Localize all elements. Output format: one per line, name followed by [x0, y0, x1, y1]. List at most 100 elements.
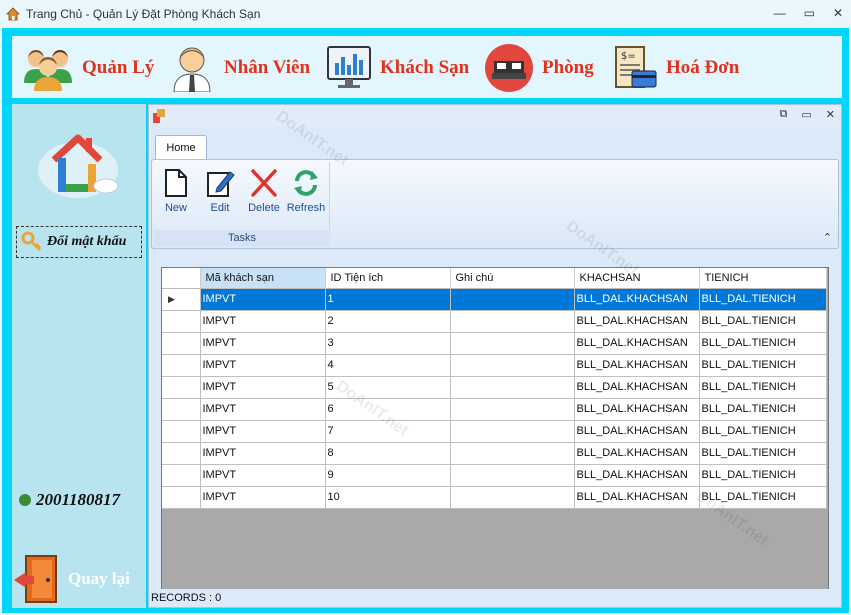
menu-quan-ly[interactable]: Quản Lý [22, 44, 154, 92]
table-cell[interactable]: BLL_DAL.TIENICH [699, 288, 827, 311]
table-cell[interactable] [450, 288, 575, 311]
table-cell[interactable]: BLL_DAL.KHACHSAN [574, 442, 700, 465]
row-header[interactable] [162, 354, 201, 377]
table-cell[interactable]: BLL_DAL.KHACHSAN [574, 486, 700, 509]
table-cell[interactable]: 4 [325, 354, 451, 377]
table-row[interactable]: IMPVT 5 BLL_DAL.KHACHSAN BLL_DAL.TIENICH [162, 376, 827, 399]
table-cell[interactable]: 10 [325, 486, 451, 509]
column-header[interactable]: KHACHSAN [574, 268, 700, 289]
column-header[interactable]: Ghi chú [450, 268, 575, 289]
table-cell[interactable]: IMPVT [200, 442, 326, 465]
change-password-button[interactable]: Đổi mật khẩu [16, 226, 142, 258]
table-cell[interactable]: BLL_DAL.TIENICH [699, 398, 827, 421]
table-cell[interactable] [450, 464, 575, 487]
table-cell[interactable]: IMPVT [200, 486, 326, 509]
table-cell[interactable]: 3 [325, 332, 451, 355]
table-cell[interactable]: IMPVT [200, 376, 326, 399]
table-row[interactable]: IMPVT 6 BLL_DAL.KHACHSAN BLL_DAL.TIENICH [162, 398, 827, 421]
table-cell[interactable]: BLL_DAL.KHACHSAN [574, 332, 700, 355]
row-header[interactable] [162, 464, 201, 487]
table-cell[interactable] [450, 376, 575, 399]
table-cell[interactable]: 2 [325, 310, 451, 333]
table-cell[interactable]: BLL_DAL.TIENICH [699, 486, 827, 509]
delete-button[interactable]: Delete [242, 168, 286, 222]
column-header[interactable]: TIENICH [699, 268, 827, 289]
table-row[interactable]: IMPVT 10 BLL_DAL.KHACHSAN BLL_DAL.TIENICH [162, 486, 827, 509]
row-header[interactable] [162, 398, 201, 421]
table-cell[interactable]: BLL_DAL.KHACHSAN [574, 354, 700, 377]
column-header[interactable]: Mã khách sạn [200, 268, 326, 289]
table-row[interactable]: IMPVT 7 BLL_DAL.KHACHSAN BLL_DAL.TIENICH [162, 420, 827, 443]
table-cell[interactable]: IMPVT [200, 332, 326, 355]
table-cell[interactable] [450, 420, 575, 443]
row-header[interactable] [162, 486, 201, 509]
table-cell[interactable] [450, 354, 575, 377]
table-cell[interactable]: IMPVT [200, 464, 326, 487]
table-cell[interactable]: BLL_DAL.KHACHSAN [574, 420, 700, 443]
row-header[interactable] [162, 332, 201, 355]
maximize-button[interactable]: ▭ [804, 6, 815, 20]
table-cell[interactable]: BLL_DAL.TIENICH [699, 354, 827, 377]
table-row[interactable]: IMPVT 2 BLL_DAL.KHACHSAN BLL_DAL.TIENICH [162, 310, 827, 333]
row-header[interactable]: ▶ [162, 288, 201, 311]
table-cell[interactable]: 8 [325, 442, 451, 465]
table-cell[interactable]: 1 [325, 288, 451, 311]
refresh-button[interactable]: Refresh [284, 168, 328, 222]
menu-phong[interactable]: Phòng [484, 44, 594, 92]
column-header[interactable]: ID Tiện ích [325, 268, 451, 289]
table-cell[interactable] [450, 486, 575, 509]
new-button[interactable]: New [154, 168, 198, 222]
tab-home[interactable]: Home [155, 135, 207, 159]
table-cell[interactable]: IMPVT [200, 288, 326, 311]
inner-maximize-button[interactable]: ▭ [801, 108, 811, 121]
collapse-ribbon-icon[interactable]: ⌃ [823, 231, 832, 244]
table-row[interactable]: ▶ IMPVT 1 BLL_DAL.KHACHSAN BLL_DAL.TIENICH [162, 288, 827, 311]
row-header[interactable] [162, 442, 201, 465]
table-cell[interactable]: BLL_DAL.TIENICH [699, 420, 827, 443]
table-cell[interactable]: BLL_DAL.TIENICH [699, 310, 827, 333]
table-row[interactable]: IMPVT 9 BLL_DAL.KHACHSAN BLL_DAL.TIENICH [162, 464, 827, 487]
table-cell[interactable] [450, 310, 575, 333]
left-panel: Đổi mật khẩu 2001180817 Quay lại [12, 104, 146, 608]
menu-khach-san[interactable]: Khách Sạn [326, 44, 469, 92]
main-frame: Quản Lý Nhân Viên Khách Sạn Phòng $= Hoá… [2, 28, 849, 613]
row-header[interactable] [162, 420, 201, 443]
table-cell[interactable]: BLL_DAL.KHACHSAN [574, 310, 700, 333]
table-cell[interactable]: BLL_DAL.TIENICH [699, 376, 827, 399]
table-row[interactable]: IMPVT 4 BLL_DAL.KHACHSAN BLL_DAL.TIENICH [162, 354, 827, 377]
back-button[interactable]: Quay lại [12, 552, 142, 606]
close-button[interactable]: ✕ [833, 6, 843, 20]
menu-nhan-vien[interactable]: Nhân Viên [168, 44, 310, 92]
table-cell[interactable]: 6 [325, 398, 451, 421]
table-cell[interactable]: IMPVT [200, 310, 326, 333]
table-cell[interactable]: 9 [325, 464, 451, 487]
edit-button[interactable]: Edit [198, 168, 242, 222]
inner-close-button[interactable]: ✕ [826, 108, 835, 121]
table-cell[interactable] [450, 442, 575, 465]
table-cell[interactable]: BLL_DAL.KHACHSAN [574, 464, 700, 487]
exit-door-icon [14, 555, 57, 603]
table-cell[interactable]: BLL_DAL.TIENICH [699, 464, 827, 487]
row-header[interactable] [162, 376, 201, 399]
table-cell[interactable]: BLL_DAL.KHACHSAN [574, 376, 700, 399]
window-title: Trang Chủ - Quản Lý Đặt Phòng Khách Sạn [26, 7, 261, 21]
table-cell[interactable]: IMPVT [200, 420, 326, 443]
table-cell[interactable]: 7 [325, 420, 451, 443]
table-cell[interactable] [450, 332, 575, 355]
table-row[interactable]: IMPVT 3 BLL_DAL.KHACHSAN BLL_DAL.TIENICH [162, 332, 827, 355]
table-cell[interactable]: BLL_DAL.KHACHSAN [574, 288, 700, 311]
table-cell[interactable]: IMPVT [200, 398, 326, 421]
table-cell[interactable]: BLL_DAL.KHACHSAN [574, 398, 700, 421]
user-status-icon [19, 494, 31, 506]
table-cell[interactable]: 5 [325, 376, 451, 399]
table-cell[interactable]: BLL_DAL.TIENICH [699, 332, 827, 355]
row-header[interactable] [162, 310, 201, 333]
menu-phong-label: Phòng [542, 57, 594, 78]
inner-restore-button[interactable]: ⧉ [780, 108, 788, 121]
table-row[interactable]: IMPVT 8 BLL_DAL.KHACHSAN BLL_DAL.TIENICH [162, 442, 827, 465]
table-cell[interactable]: IMPVT [200, 354, 326, 377]
table-cell[interactable]: BLL_DAL.TIENICH [699, 442, 827, 465]
menu-hoa-don[interactable]: $= Hoá Đơn [614, 44, 739, 92]
table-cell[interactable] [450, 398, 575, 421]
minimize-button[interactable]: — [774, 6, 786, 20]
